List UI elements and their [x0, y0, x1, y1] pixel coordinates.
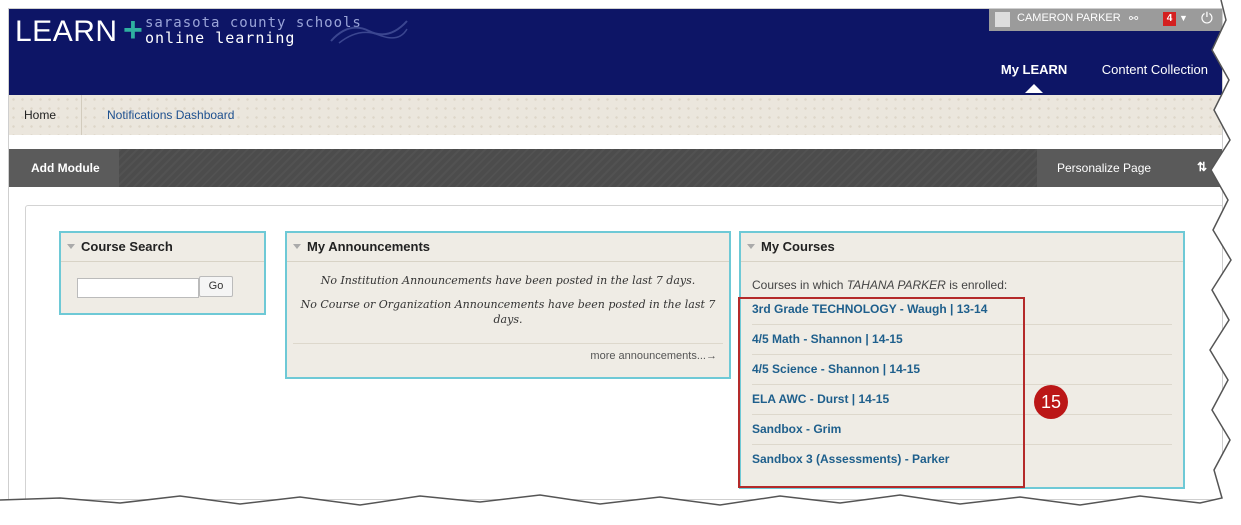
top-header: LEARN + sarasota county schools online l…	[9, 9, 1222, 95]
annotation-highlight-box	[738, 297, 1025, 488]
courses-intro-text: Courses in which TAHANA PARKER is enroll…	[752, 278, 1007, 292]
personalize-page-button[interactable]: Personalize Page	[1057, 161, 1151, 175]
subnav-notifications-dashboard[interactable]: Notifications Dashboard	[107, 108, 234, 122]
module-area: Course Search Go My Announcements No Ins…	[25, 205, 1222, 499]
notification-badge[interactable]: 4	[1163, 12, 1176, 26]
sort-icon[interactable]: ⇅	[1197, 160, 1207, 174]
browser-frame: LEARN + sarasota county schools online l…	[8, 8, 1223, 500]
tab-my-learn-label: My LEARN	[1000, 62, 1068, 77]
module-title: My Announcements	[307, 239, 431, 254]
learn-logo[interactable]: LEARN	[15, 15, 118, 49]
intro-suffix: is enrolled:	[949, 278, 1008, 292]
course-search-module: Course Search Go	[59, 231, 266, 315]
glasses-icon[interactable]: ⚯	[1129, 12, 1138, 25]
student-name: TAHANA PARKER	[846, 278, 946, 292]
collapse-caret-icon[interactable]	[67, 244, 75, 249]
collapse-caret-icon[interactable]	[747, 244, 755, 249]
logo-plus-icon: +	[123, 11, 143, 49]
subnav-home[interactable]: Home	[24, 108, 56, 122]
divider	[293, 343, 723, 344]
module-title: My Courses	[761, 239, 835, 254]
tab-my-learn[interactable]: My LEARN	[1000, 62, 1068, 93]
intro-prefix: Courses in which	[752, 278, 844, 292]
tab-content-collection[interactable]: Content Collection	[1102, 62, 1208, 77]
chevron-down-icon[interactable]: ▼	[1179, 13, 1188, 23]
power-icon[interactable]: ⏻	[1201, 10, 1213, 27]
go-button[interactable]: Go	[199, 276, 233, 297]
subnav-divider	[81, 95, 82, 135]
course-search-input[interactable]	[77, 278, 199, 298]
module-header[interactable]: Course Search	[61, 233, 264, 262]
user-name-link[interactable]: CAMERON PARKER	[1017, 12, 1121, 24]
user-bar: CAMERON PARKER ⚯ 4 ▼ ⏻	[989, 9, 1222, 31]
module-title: Course Search	[81, 239, 173, 254]
add-module-label: Add Module	[31, 161, 100, 175]
more-announcements-link[interactable]: more announcements...→	[590, 350, 717, 362]
course-announcements-text: No Course or Organization Announcements …	[300, 298, 716, 326]
top-tabs: My LEARN Content Collection	[971, 61, 1208, 93]
module-header[interactable]: My Announcements	[287, 233, 729, 262]
page-toolbar: Add Module Personalize Page ⇅	[9, 149, 1222, 187]
module-header[interactable]: My Courses	[741, 233, 1183, 262]
institution-announcements-text: No Institution Announcements have been p…	[320, 274, 696, 287]
add-module-button[interactable]: Add Module	[9, 149, 119, 187]
announcements-module: My Announcements No Institution Announce…	[285, 231, 731, 379]
active-tab-arrow-icon	[1025, 84, 1044, 93]
logo-subtitle-online: online learning	[145, 29, 296, 47]
step-number-badge: 15	[1034, 385, 1068, 419]
collapse-caret-icon[interactable]	[293, 244, 301, 249]
personalize-page-area: Personalize Page ⇅	[1037, 149, 1222, 187]
avatar	[995, 12, 1010, 27]
logo-decoration-icon	[330, 20, 408, 44]
sub-navigation: Home Notifications Dashboard	[9, 95, 1222, 135]
